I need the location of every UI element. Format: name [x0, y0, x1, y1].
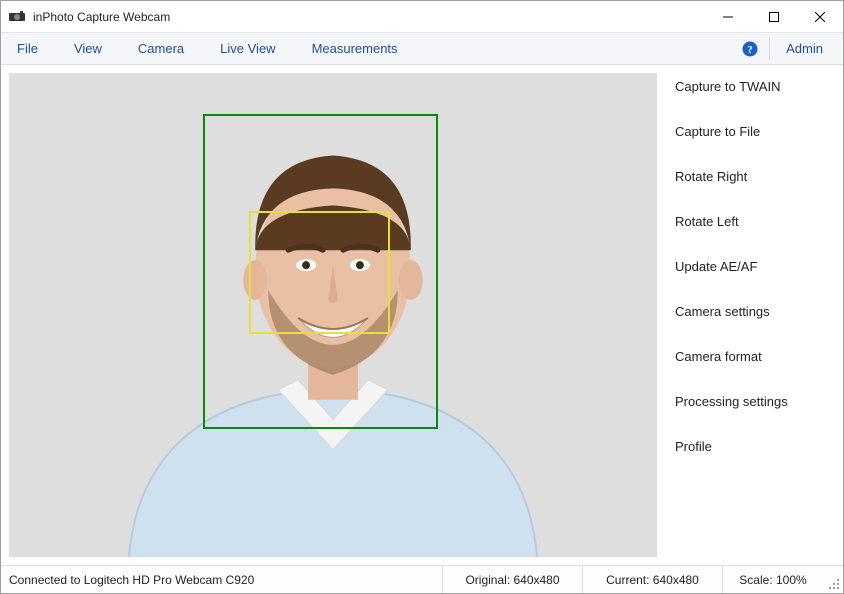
side-panel: Capture to TWAIN Capture to File Rotate … — [657, 65, 843, 565]
preview-container — [1, 65, 657, 565]
status-current-size: Current: 640x480 — [583, 566, 723, 593]
camera-settings-button[interactable]: Camera settings — [675, 304, 825, 319]
face-rectangle — [249, 211, 390, 334]
help-button[interactable]: ? — [733, 33, 767, 64]
svg-text:?: ? — [747, 44, 753, 56]
capture-to-twain-button[interactable]: Capture to TWAIN — [675, 79, 825, 94]
capture-to-file-button[interactable]: Capture to File — [675, 124, 825, 139]
menu-file[interactable]: File — [7, 33, 56, 64]
update-ae-af-button[interactable]: Update AE/AF — [675, 259, 825, 274]
menu-view[interactable]: View — [56, 33, 120, 64]
processing-settings-button[interactable]: Processing settings — [675, 394, 825, 409]
window-controls — [705, 1, 843, 32]
maximize-button[interactable] — [751, 1, 797, 32]
menu-divider — [769, 37, 770, 60]
status-bar: Connected to Logitech HD Pro Webcam C920… — [1, 565, 843, 593]
window-title: inPhoto Capture Webcam — [33, 10, 170, 24]
menu-camera[interactable]: Camera — [120, 33, 202, 64]
status-scale: Scale: 100% — [723, 566, 823, 593]
menu-measurements[interactable]: Measurements — [294, 33, 416, 64]
window-titlebar: inPhoto Capture Webcam — [1, 1, 843, 33]
status-connection: Connected to Logitech HD Pro Webcam C920 — [1, 566, 443, 593]
menu-admin[interactable]: Admin — [772, 33, 837, 64]
profile-button[interactable]: Profile — [675, 439, 825, 454]
menu-bar: File View Camera Live View Measurements … — [1, 33, 843, 65]
main-area: Capture to TWAIN Capture to File Rotate … — [1, 65, 843, 565]
rotate-right-button[interactable]: Rotate Right — [675, 169, 825, 184]
status-original-size: Original: 640x480 — [443, 566, 583, 593]
close-button[interactable] — [797, 1, 843, 32]
minimize-button[interactable] — [705, 1, 751, 32]
camera-preview — [9, 73, 657, 557]
app-icon — [9, 9, 25, 25]
resize-grip[interactable] — [823, 566, 843, 593]
menu-live-view[interactable]: Live View — [202, 33, 293, 64]
camera-format-button[interactable]: Camera format — [675, 349, 825, 364]
rotate-left-button[interactable]: Rotate Left — [675, 214, 825, 229]
